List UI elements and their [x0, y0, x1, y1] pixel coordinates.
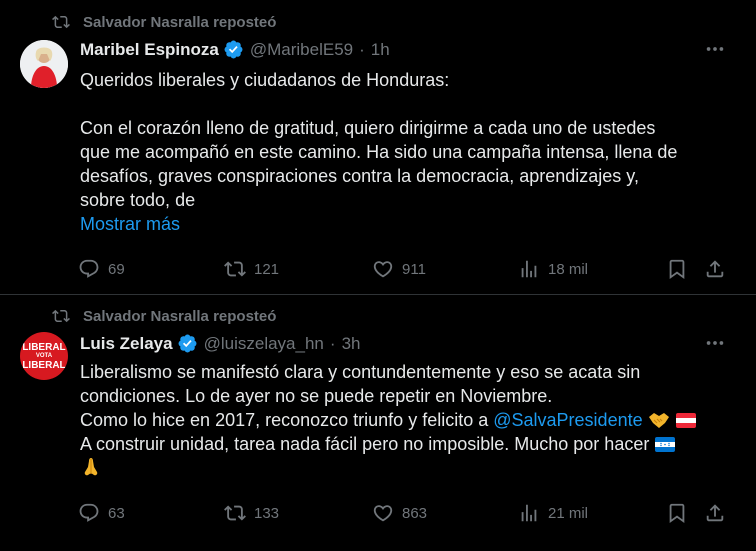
tweet-line: sobre todo, de: [80, 190, 196, 210]
tweet-line: desafíos, graves conspiraciones contra l…: [80, 166, 639, 186]
tweet-time[interactable]: 1h: [371, 40, 390, 60]
author-name[interactable]: Maribel Espinoza: [80, 40, 219, 60]
share-icon: [706, 504, 724, 522]
folded-hands-emoji-icon: [84, 458, 98, 476]
show-more-link[interactable]: Mostrar más: [80, 212, 730, 236]
views-count: 21 mil: [548, 504, 589, 522]
author-handle[interactable]: @MaribelE59: [250, 40, 353, 60]
like-icon: [373, 505, 393, 522]
tweet-time[interactable]: 3h: [342, 334, 361, 354]
tweet-line: Con el corazón lleno de gratitud, quiero…: [80, 118, 656, 138]
repost-indicator[interactable]: Salvador Nasralla reposteó: [52, 306, 276, 326]
reply-icon: [79, 503, 99, 522]
reply-button[interactable]: 63: [78, 502, 125, 524]
avatar-photo: [20, 40, 68, 88]
more-icon[interactable]: [704, 332, 726, 354]
reply-count: 63: [108, 504, 125, 522]
like-icon: [373, 261, 393, 278]
retweet-count: 133: [254, 504, 280, 522]
verified-badge-icon: [178, 334, 197, 353]
avatar[interactable]: [20, 40, 68, 88]
separator-dot: ·: [329, 333, 336, 353]
avatar-logo-text: LIBERAL: [22, 341, 66, 353]
tweet-line-text: Como lo hice en 2017, reconozco triunfo …: [80, 410, 489, 430]
tweet-line: [80, 456, 730, 480]
tweet-line: Liberalismo se manifestó clara y contund…: [80, 362, 641, 382]
handshake-emoji-icon: [648, 413, 669, 428]
author-handle[interactable]: @luiszelaya_hn: [204, 334, 324, 354]
tweet-line: condiciones. Lo de ayer no se puede repe…: [80, 386, 553, 406]
avatar-logo-text: LIBERAL: [22, 359, 66, 371]
bookmark-button[interactable]: [666, 258, 688, 280]
tweet-header: Luis Zelaya @luiszelaya_hn · 3h: [80, 333, 360, 354]
retweet-button[interactable]: 121: [224, 258, 279, 280]
views-button[interactable]: 21 mil: [518, 502, 588, 524]
repost-indicator[interactable]: Salvador Nasralla reposteó: [52, 12, 276, 32]
avatar-logo-text: VOTA: [35, 352, 53, 359]
repost-label: Salvador Nasralla reposteó: [83, 307, 277, 325]
verified-badge-icon: [224, 40, 243, 59]
tweet-line-text: A construir unidad, tarea nada fácil per…: [80, 434, 650, 454]
bookmark-icon: [669, 503, 685, 524]
tweet-header: Maribel Espinoza @MaribelE59 · 1h: [80, 39, 390, 60]
retweet-icon: [224, 505, 246, 521]
retweet-icon: [224, 261, 246, 277]
views-icon: [521, 260, 537, 278]
mention-link[interactable]: @SalvaPresidente: [493, 410, 642, 430]
retweet-count: 121: [254, 260, 280, 278]
repost-icon: [52, 15, 70, 29]
reply-button[interactable]: 69: [78, 258, 125, 280]
like-button[interactable]: 911: [372, 258, 426, 280]
tweet-actions: 63 133 863 21 mil: [78, 502, 728, 526]
tweet-line: Queridos liberales y ciudadanos de Hondu…: [80, 70, 450, 90]
tweet-text: Liberalismo se manifestó clara y contund…: [80, 360, 730, 480]
repost-icon: [52, 309, 70, 323]
like-count: 863: [402, 504, 428, 522]
tweet-line: que me acompañó en este camino. Ha sido …: [80, 142, 678, 162]
views-count: 18 mil: [548, 260, 589, 278]
avatar[interactable]: LIBERAL VOTA LIBERAL: [20, 332, 68, 380]
reply-count: 69: [108, 260, 125, 278]
tweet-actions: 69 121 911 18 mil: [78, 258, 728, 282]
tweet-luis-zelaya[interactable]: Salvador Nasralla reposteó LIBERAL VOTA …: [0, 296, 756, 551]
reply-icon: [79, 259, 99, 278]
tweet-text: Queridos liberales y ciudadanos de Hondu…: [80, 68, 730, 236]
retweet-button[interactable]: 133: [224, 502, 279, 524]
bookmark-button[interactable]: [666, 502, 688, 524]
views-icon: [521, 504, 537, 522]
flag-honduras-icon: [655, 437, 676, 452]
tweet-line: A construir unidad, tarea nada fácil per…: [80, 432, 730, 456]
views-button[interactable]: 18 mil: [518, 258, 588, 280]
tweet-line: Como lo hice en 2017, reconozco triunfo …: [80, 408, 730, 432]
author-name[interactable]: Luis Zelaya: [80, 334, 173, 354]
separator-dot: ·: [359, 39, 365, 59]
flag-austria-icon: [675, 413, 696, 428]
tweet-line: [80, 92, 730, 116]
like-button[interactable]: 863: [372, 502, 427, 524]
bookmark-icon: [669, 259, 685, 280]
more-icon[interactable]: [704, 38, 726, 60]
share-button[interactable]: [704, 502, 726, 524]
like-count: 911: [402, 260, 426, 278]
tweet-maribel-espinoza[interactable]: Salvador Nasralla reposteó Maribel Espin…: [0, 0, 756, 295]
share-button[interactable]: [704, 258, 726, 280]
share-icon: [706, 260, 724, 278]
repost-label: Salvador Nasralla reposteó: [83, 13, 277, 31]
